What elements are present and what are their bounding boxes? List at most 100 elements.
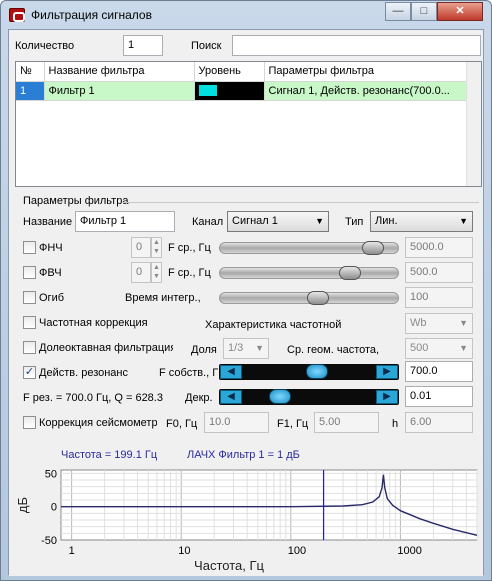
envelope-checkbox[interactable] [23, 291, 36, 304]
y-tick-label: 50 [45, 468, 57, 480]
lpf-slider[interactable] [219, 241, 399, 255]
decr-right-arrow-icon[interactable]: ▶ [376, 390, 398, 404]
fown-input[interactable]: 700.0 [405, 361, 473, 382]
cell-number[interactable]: 1 [16, 81, 45, 101]
h-label: h [392, 418, 399, 430]
chevron-down-icon: ▼ [315, 216, 324, 226]
geomean-label: Ср. геом. частота, [287, 344, 380, 356]
y-tick-label: 0 [51, 502, 57, 514]
x-tick-label: 100 [288, 545, 306, 557]
type-select[interactable]: Лин. ▼ [370, 211, 473, 232]
channel-label: Канал [192, 216, 224, 228]
freq-correction-checkbox[interactable] [23, 316, 36, 329]
col-header-number[interactable]: № [16, 62, 45, 82]
x-tick-label: 1000 [397, 545, 421, 557]
resonance-checkbox[interactable]: ✓ [23, 366, 36, 379]
table-row[interactable]: 1 Фильтр 1 Сигнал 1, Действ. резонанс(70… [16, 81, 468, 101]
hpf-freq-input[interactable]: 500.0 [405, 262, 473, 283]
maximize-button[interactable]: □ [411, 2, 437, 21]
app-icon [9, 8, 25, 22]
decr-left-arrow-icon[interactable]: ◀ [220, 390, 242, 404]
window-title: Фильтрация сигналов [31, 8, 152, 22]
f0-label: F0, Гц [166, 418, 198, 430]
hpf-order-spinner[interactable]: ▲ ▼ [151, 262, 162, 283]
minimize-button[interactable]: — [385, 2, 411, 21]
x-axis-label: Частота, Гц [194, 558, 264, 573]
chevron-down-icon: ▼ [459, 343, 468, 353]
envelope-label: Огиб [39, 292, 65, 304]
f1-label: F1, Гц [277, 418, 309, 430]
lpf-slider-thumb[interactable] [361, 241, 384, 255]
geomean-select[interactable]: 500 ▼ [405, 338, 473, 359]
count-field[interactable]: 1 [123, 35, 163, 56]
count-label: Количество [15, 40, 75, 52]
decr-input[interactable]: 0.01 [405, 386, 473, 407]
fown-label: F собств., Гц [159, 367, 225, 379]
lpf-checkbox[interactable] [23, 241, 36, 254]
chart-svg[interactable]: Частота = 199.1 Гц ЛАЧХ Фильтр 1 = 1 дБ 1 1… [9, 442, 483, 573]
search-input[interactable] [232, 35, 481, 56]
filter-table: № Название фильтра Уровень Параметры фил… [15, 61, 482, 187]
channel-select[interactable]: Сигнал 1 ▼ [227, 211, 329, 232]
close-button[interactable]: ✕ [437, 2, 483, 21]
chart-info-frequency: Частота = 199.1 Гц [61, 449, 158, 461]
geomean-value: 500 [410, 342, 429, 354]
freq-correction-label: Частотная коррекция [39, 317, 148, 329]
freq-characteristic-select[interactable]: Wb ▼ [405, 313, 473, 334]
decr-slider[interactable]: ◀ ▶ [219, 389, 399, 405]
client-area: Количество 1 Поиск № Название фильтра Ур… [8, 29, 484, 576]
share-value: 1/3 [228, 342, 244, 354]
lpf-order-input[interactable]: 0 [131, 237, 151, 258]
table-scrollbar[interactable] [466, 62, 481, 186]
filter-name-input[interactable]: Фильтр 1 [75, 211, 175, 232]
col-header-params[interactable]: Параметры фильтра [264, 62, 468, 82]
chevron-down-icon: ▼ [459, 216, 468, 226]
chevron-down-icon: ▼ [459, 318, 468, 328]
fown-slider[interactable]: ◀ ▶ [219, 364, 399, 380]
lpf-order-spinner[interactable]: ▲ ▼ [151, 237, 162, 258]
y-axis-label: дБ [15, 497, 30, 513]
share-select[interactable]: 1/3 ▼ [223, 338, 269, 359]
col-header-level[interactable]: Уровень [194, 62, 265, 82]
integration-time-input[interactable]: 100 [405, 287, 473, 308]
fres-text: F рез. = 700.0 Гц, Q = 628.3 [23, 392, 163, 404]
chevron-down-icon: ▼ [255, 343, 264, 353]
hpf-order-input[interactable]: 0 [131, 262, 151, 283]
frequency-response-chart: Частота = 199.1 Гц ЛАЧХ Фильтр 1 = 1 дБ 1 1… [9, 449, 483, 576]
integration-slider[interactable] [219, 291, 399, 305]
fown-left-arrow-icon[interactable]: ◀ [220, 365, 242, 379]
cell-level[interactable] [194, 81, 265, 101]
h-input[interactable]: 6.00 [405, 412, 473, 433]
freq-characteristic-value: Wb [410, 317, 427, 329]
hpf-slider[interactable] [219, 266, 399, 280]
type-value: Лин. [375, 215, 398, 227]
seismometer-checkbox[interactable] [23, 416, 36, 429]
cell-params[interactable]: Сигнал 1, Действ. резонанс(700.0... [264, 81, 468, 101]
share-label: Доля [191, 344, 217, 356]
f0-input[interactable]: 10.0 [204, 412, 269, 433]
channel-value: Сигнал 1 [232, 215, 278, 227]
lpf-freq-input[interactable]: 5000.0 [405, 237, 473, 258]
title-bar[interactable]: Фильтрация сигналов — □ ✕ [1, 1, 491, 29]
octave-checkbox[interactable] [23, 341, 36, 354]
col-header-name[interactable]: Название фильтра [44, 62, 195, 82]
fown-slider-thumb[interactable] [305, 364, 328, 379]
hpf-slider-thumb[interactable] [338, 266, 361, 280]
seismometer-label: Коррекция сейсмометра [39, 417, 157, 429]
f1-input[interactable]: 5.00 [314, 412, 379, 433]
decr-slider-thumb[interactable] [269, 389, 292, 404]
params-group-title: Параметры фильтра [23, 195, 129, 207]
table-header-row: № Название фильтра Уровень Параметры фил… [16, 62, 468, 82]
chart-info-response: ЛАЧХ Фильтр 1 = 1 дБ [187, 449, 300, 461]
hpf-freq-label: F ср., Гц [168, 267, 211, 279]
type-label: Тип [345, 216, 364, 228]
hpf-checkbox[interactable] [23, 266, 36, 279]
hpf-label: ФВЧ [39, 267, 62, 279]
cell-name[interactable]: Фильтр 1 [44, 81, 195, 101]
fown-right-arrow-icon[interactable]: ▶ [376, 365, 398, 379]
name-label: Название [23, 216, 73, 228]
integration-slider-thumb[interactable] [307, 291, 330, 305]
level-color-swatch [198, 85, 217, 96]
app-window: Фильтрация сигналов — □ ✕ Количество 1 П… [0, 0, 492, 581]
search-label: Поиск [191, 40, 222, 52]
